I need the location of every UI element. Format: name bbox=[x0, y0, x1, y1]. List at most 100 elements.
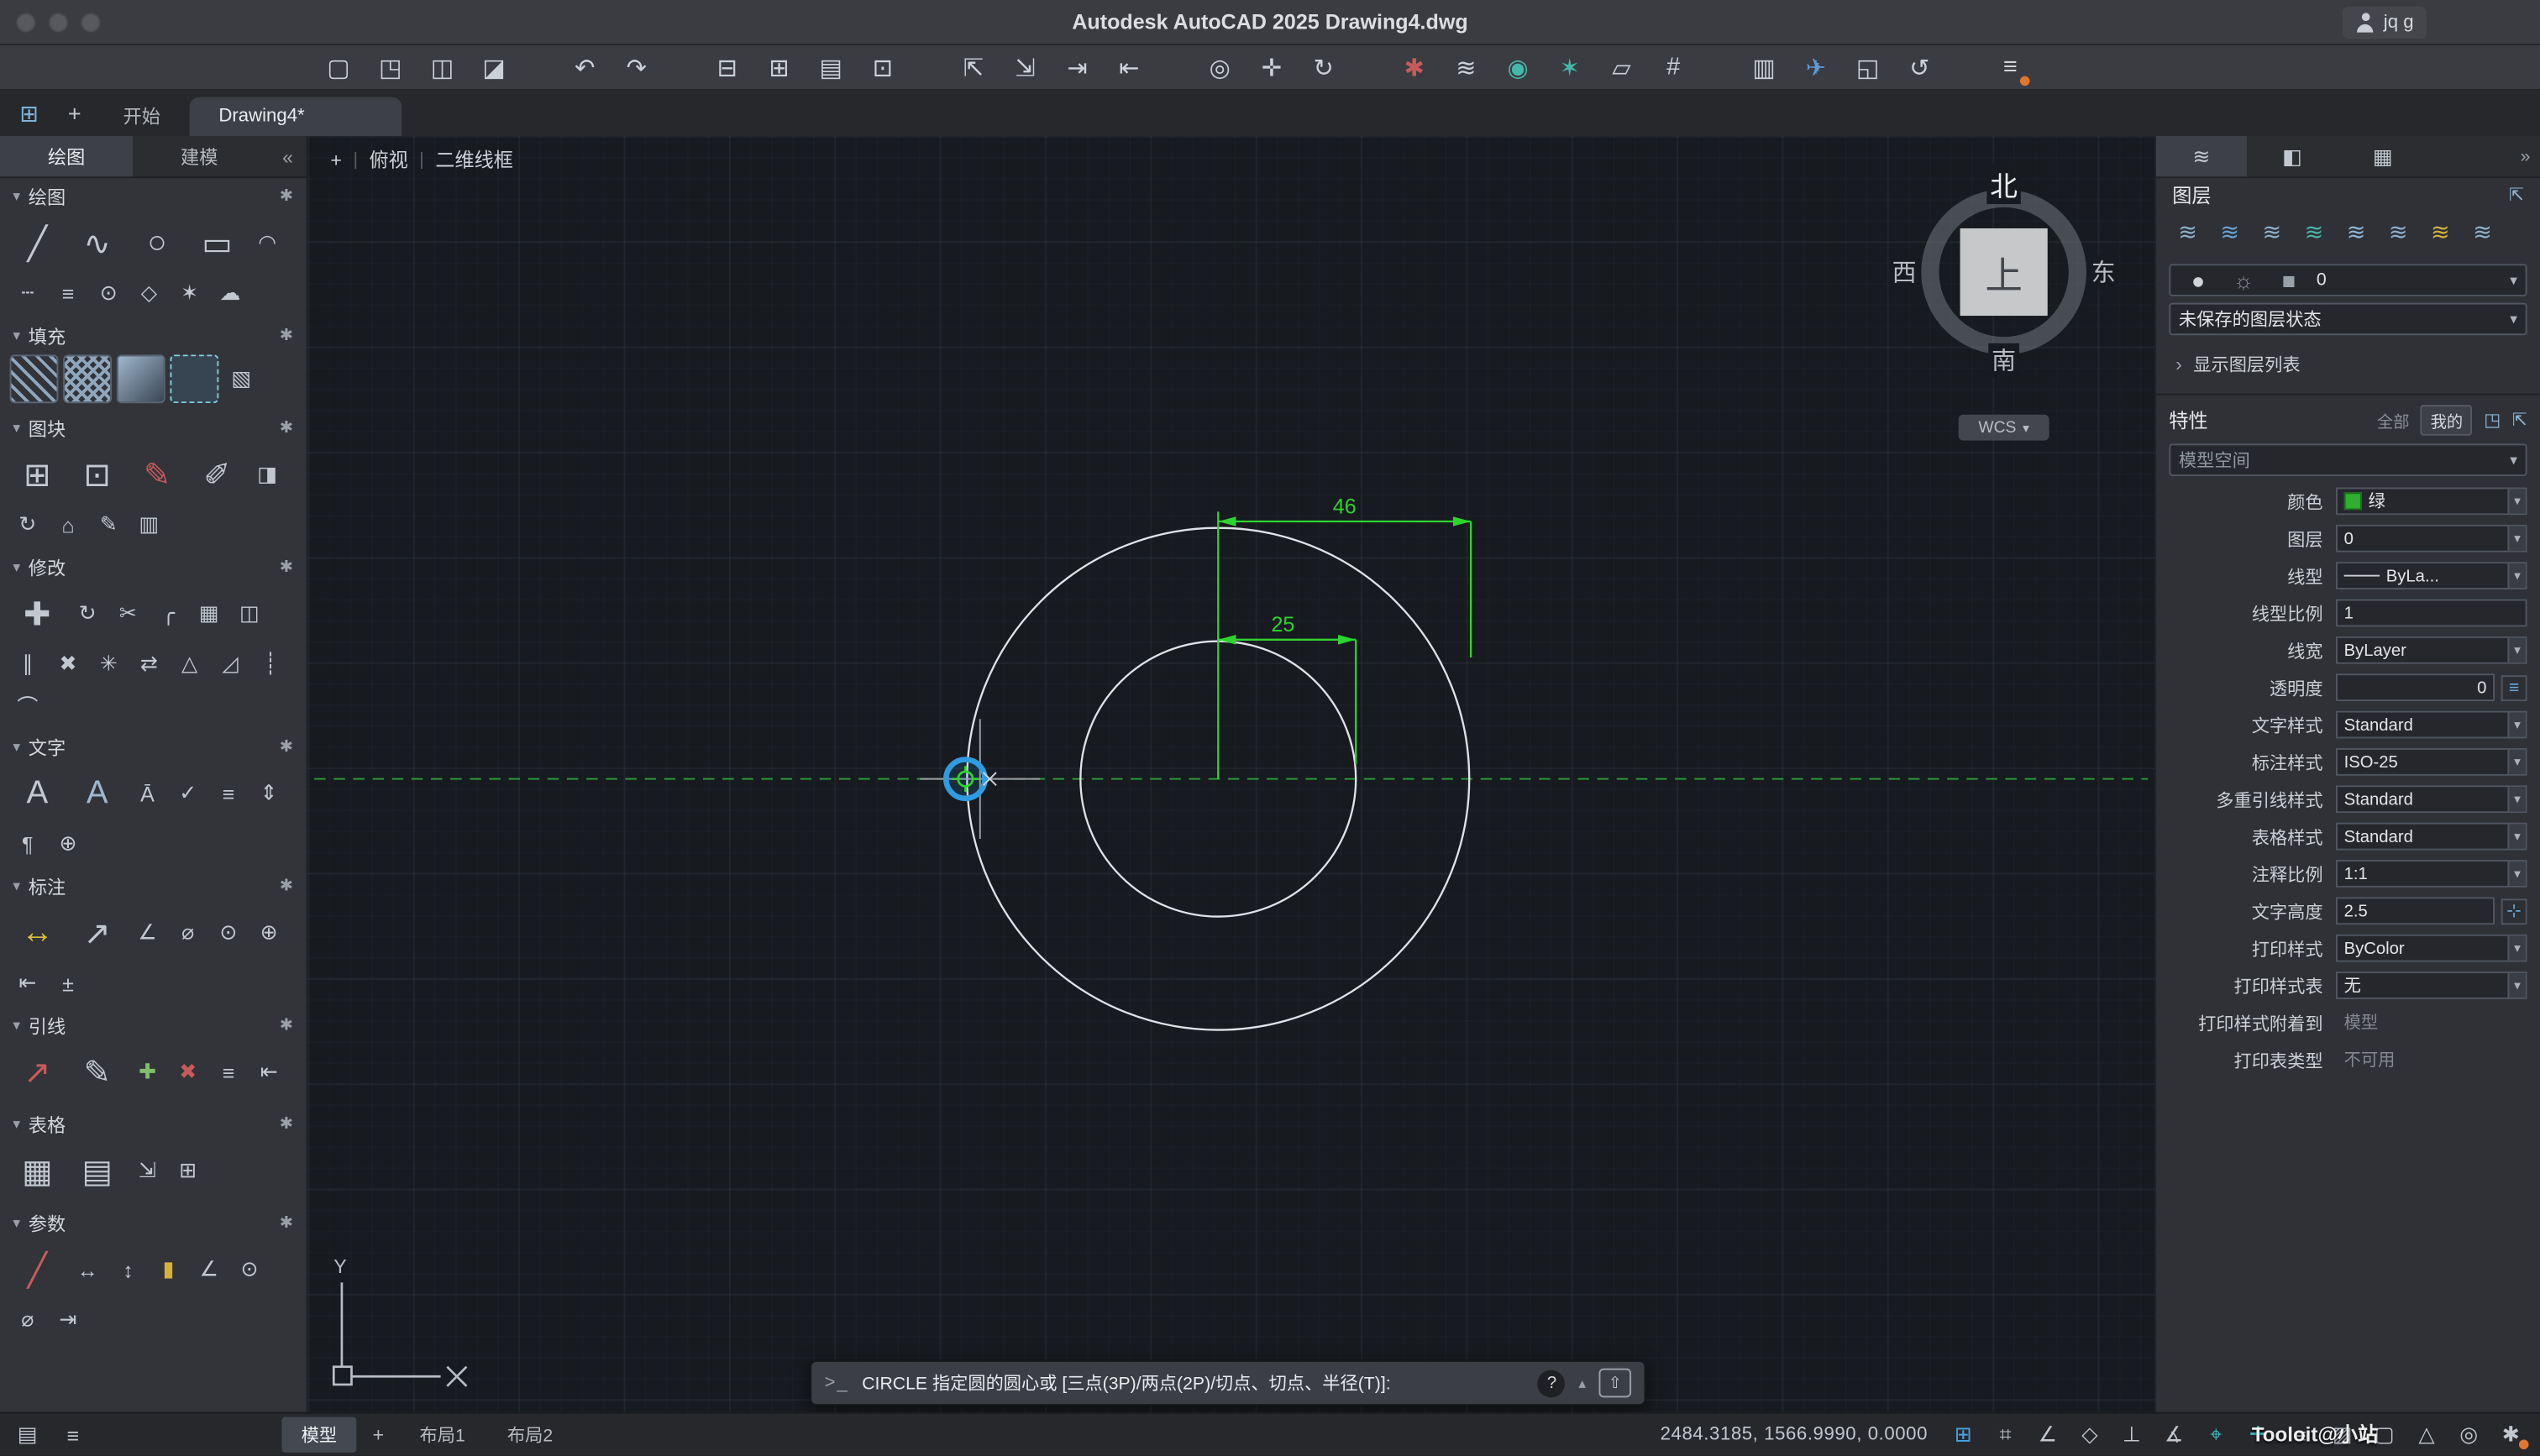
image-attach-icon[interactable]: ⇲ bbox=[1005, 46, 1047, 88]
grid-display-icon[interactable]: ⊞ bbox=[1944, 1417, 1982, 1452]
table-style-dropdown[interactable]: Standard ▾ bbox=[2336, 823, 2527, 851]
insert-block-icon[interactable]: ⊞ bbox=[10, 447, 66, 502]
pan-icon[interactable]: ✛ bbox=[1251, 46, 1293, 88]
viewcube-top-face[interactable]: 上 bbox=[1960, 228, 2048, 316]
section-gear-icon[interactable]: ✱ bbox=[280, 419, 293, 437]
arc-icon[interactable]: ◠ bbox=[249, 225, 285, 260]
move-icon[interactable]: ✚ bbox=[10, 586, 66, 642]
collapse-command-icon[interactable]: ▴ bbox=[1578, 1374, 1586, 1391]
tab-layers[interactable]: ≋ bbox=[2156, 136, 2247, 176]
plot-style-table-dropdown[interactable]: 无 ▾ bbox=[2336, 972, 2527, 999]
dock-panel-icon[interactable]: ⇱ bbox=[2512, 409, 2527, 430]
linear-dimension-icon[interactable]: ↔ bbox=[10, 905, 66, 961]
new-drawing-tab-icon[interactable]: + bbox=[55, 94, 94, 133]
pick-point-icon[interactable]: ⊹ bbox=[2501, 898, 2527, 924]
field-icon[interactable]: ⊕ bbox=[50, 826, 86, 862]
section-gear-icon[interactable]: ✱ bbox=[280, 327, 293, 345]
options-icon[interactable]: ≡ bbox=[1989, 46, 2031, 88]
table-icon[interactable]: ▦ bbox=[10, 1144, 66, 1199]
plot-preview-icon[interactable]: ⊞ bbox=[758, 46, 800, 88]
filter-mine-button[interactable]: 我的 bbox=[2421, 404, 2473, 435]
dock-panel-icon[interactable]: ⇱ bbox=[2509, 184, 2524, 205]
multileader-style-icon[interactable]: ✎ bbox=[70, 1045, 125, 1100]
erase-icon[interactable]: ✖ bbox=[50, 646, 86, 681]
transparency-input[interactable]: 0 bbox=[2336, 673, 2495, 701]
wcs-dropdown[interactable]: WCS ▾ bbox=[1959, 415, 2049, 441]
palette-tab-model[interactable]: 建模 bbox=[133, 136, 265, 176]
linetype-dropdown[interactable]: ByLa... ▾ bbox=[2336, 562, 2527, 589]
text-height-input[interactable]: 2.5 bbox=[2336, 897, 2495, 924]
lineweight-dropdown[interactable]: ByLayer ▾ bbox=[2336, 636, 2527, 664]
import-icon[interactable]: ⇥ bbox=[1056, 46, 1098, 88]
hatch-pattern-icon[interactable] bbox=[63, 354, 112, 403]
tolerance-icon[interactable]: ± bbox=[50, 965, 86, 1000]
block-editor-icon[interactable]: ✎ bbox=[129, 447, 185, 502]
command-input[interactable]: CIRCLE 指定圆的圆心或 [三点(3P)/两点(2P)/切点、切点、半径(T… bbox=[862, 1370, 1525, 1396]
infer-constraints-icon[interactable]: ∠ bbox=[2028, 1417, 2067, 1452]
redo-icon[interactable]: ↷ bbox=[616, 46, 658, 88]
spell-check-icon[interactable]: ✓ bbox=[170, 776, 205, 811]
linetype-scale-input[interactable]: 1 bbox=[2336, 600, 2527, 627]
chamfer-icon[interactable]: ◿ bbox=[213, 646, 248, 681]
section-gear-icon[interactable]: ✱ bbox=[280, 188, 293, 206]
remove-leader-icon[interactable]: ✖ bbox=[170, 1054, 205, 1089]
batch-plot-icon[interactable]: ⊡ bbox=[862, 46, 904, 88]
save-icon[interactable]: ◫ bbox=[421, 46, 463, 88]
viewcube-east[interactable]: 东 bbox=[2088, 255, 2119, 289]
transparency-slider-icon[interactable]: ≡ bbox=[2501, 674, 2527, 700]
add-leader-icon[interactable]: ✚ bbox=[129, 1054, 165, 1089]
quick-select-icon[interactable]: ◳ bbox=[2484, 409, 2501, 430]
break-icon[interactable]: ┊ bbox=[253, 646, 288, 681]
align-constraint-icon[interactable]: ⇥ bbox=[50, 1302, 86, 1338]
radius-constraint-icon[interactable]: ⊙ bbox=[232, 1252, 267, 1287]
current-layer-dropdown[interactable]: ●☼■ 0 ▾ bbox=[2169, 264, 2527, 296]
tab-layer-states[interactable]: ◧ bbox=[2247, 136, 2338, 176]
solid-fill-icon[interactable]: ▧ bbox=[223, 361, 259, 396]
start-grid-icon[interactable]: ⊞ bbox=[10, 94, 49, 133]
table-export-icon[interactable]: ⇲ bbox=[129, 1153, 165, 1188]
plot-icon[interactable]: ⊟ bbox=[706, 46, 748, 88]
text-style-icon[interactable]: Ā bbox=[129, 776, 165, 811]
block-palette-icon[interactable]: ▥ bbox=[131, 507, 166, 542]
layout1-tab[interactable]: 布局1 bbox=[400, 1417, 485, 1452]
add-layout-button[interactable]: + bbox=[359, 1420, 396, 1449]
layer-state-icon[interactable]: ≋ bbox=[2211, 214, 2248, 251]
layer-lock-icon[interactable]: ≋ bbox=[2422, 214, 2459, 251]
viewcube-south[interactable]: 南 bbox=[1988, 343, 2019, 377]
export-icon[interactable]: ⇤ bbox=[1108, 46, 1150, 88]
tab-start[interactable]: 开始 bbox=[94, 97, 190, 136]
layout2-tab[interactable]: 布局2 bbox=[488, 1417, 573, 1452]
section-header-hatch[interactable]: ▾ 填充 ✱ bbox=[0, 321, 306, 352]
window-layout-icon[interactable]: ◱ bbox=[1847, 46, 1889, 88]
section-header-parameter[interactable]: ▾ 参数 ✱ bbox=[0, 1208, 306, 1239]
layer-unisolate-icon[interactable]: ≋ bbox=[2296, 214, 2333, 251]
palette-tab-draw[interactable]: 绘图 bbox=[0, 136, 133, 176]
fillet-icon[interactable]: ╭ bbox=[150, 596, 186, 631]
diameter-constraint-icon[interactable]: ⌀ bbox=[10, 1302, 45, 1338]
zoom-window-icon[interactable]: ◎ bbox=[1199, 46, 1241, 88]
undo-icon[interactable]: ↶ bbox=[564, 46, 606, 88]
xref-attach-icon[interactable]: ⇱ bbox=[953, 46, 994, 88]
layer-freeze-icon[interactable]: ≋ bbox=[2338, 214, 2375, 251]
section-gear-icon[interactable]: ✱ bbox=[280, 738, 293, 756]
ortho-mode-icon[interactable]: ⊥ bbox=[2112, 1417, 2151, 1452]
page-setup-icon[interactable]: ▤ bbox=[810, 46, 852, 88]
status-grid-icon[interactable]: ▤ bbox=[10, 1417, 45, 1452]
tab-sheet-manager[interactable]: ▦ bbox=[2338, 136, 2428, 176]
visual-style-control[interactable]: 二维线框 bbox=[435, 146, 513, 174]
share-icon[interactable]: ⇧ bbox=[1598, 1369, 1631, 1398]
viewport-menu-button[interactable]: + bbox=[330, 148, 342, 170]
explode-icon[interactable]: ✳ bbox=[91, 646, 126, 681]
paragraph-icon[interactable]: ¶ bbox=[10, 826, 45, 862]
open-file-icon[interactable]: ◳ bbox=[370, 46, 412, 88]
point-style-icon[interactable]: ✶ bbox=[1549, 46, 1591, 88]
view-control[interactable]: 俯视 bbox=[369, 146, 407, 174]
gradient-icon[interactable] bbox=[117, 354, 165, 403]
section-header-text[interactable]: ▾ 文字 ✱ bbox=[0, 732, 306, 763]
more-tabs-icon[interactable]: » bbox=[2428, 136, 2540, 176]
boundary-icon[interactable] bbox=[170, 354, 218, 403]
dim-style-dropdown[interactable]: ISO-25 ▾ bbox=[2336, 748, 2527, 776]
markup-import-icon[interactable]: ✈ bbox=[1795, 46, 1837, 88]
polyline-icon[interactable]: ∿ bbox=[70, 215, 125, 270]
text-align-icon[interactable]: ≡ bbox=[211, 776, 246, 811]
